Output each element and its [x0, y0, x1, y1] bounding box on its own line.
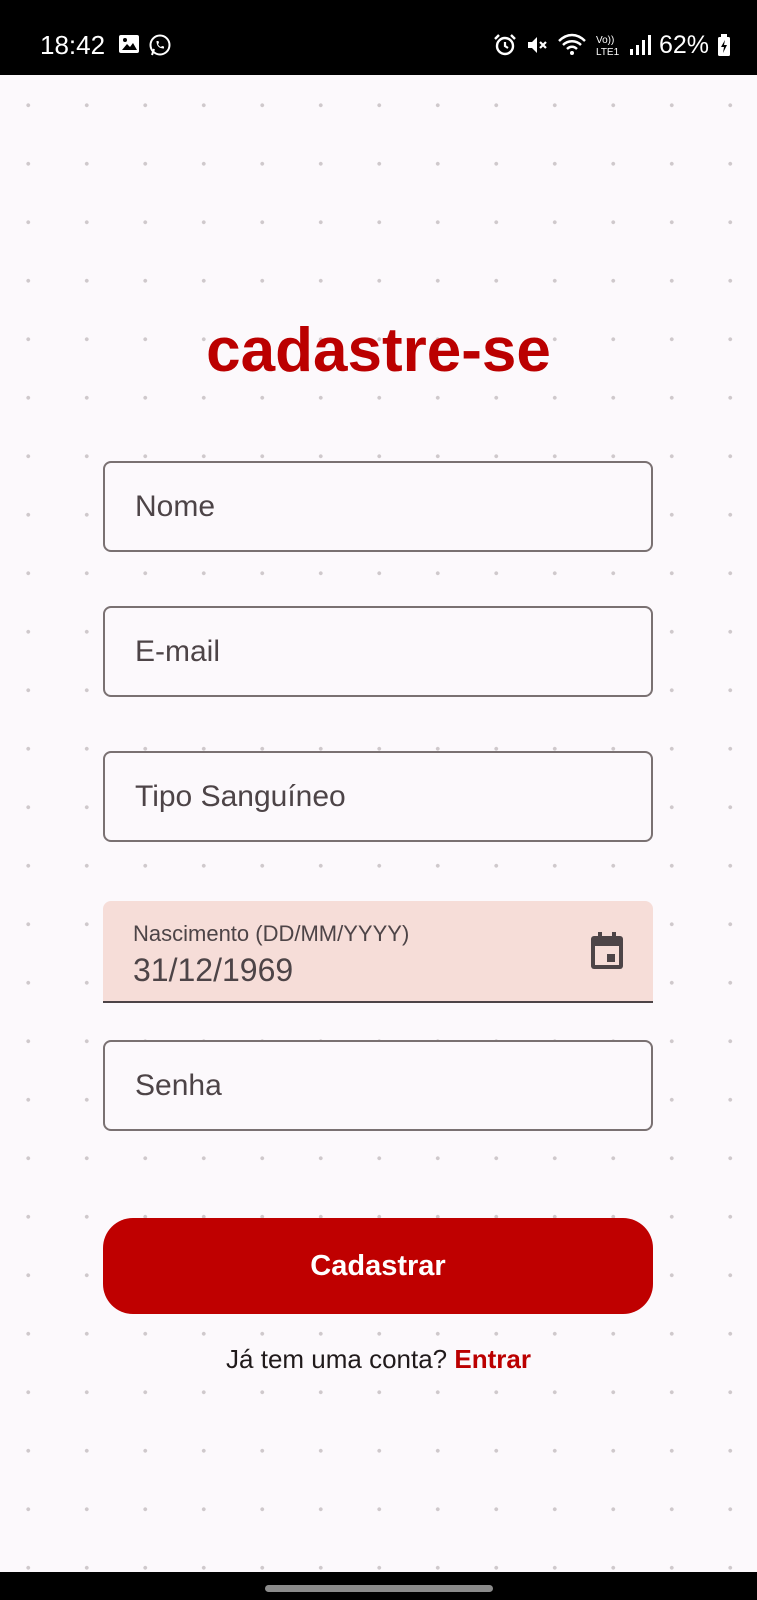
signup-screen: cadastre-se Nome E-mail Tipo Sanguíneo N… — [0, 75, 757, 1572]
home-gesture-handle[interactable] — [265, 1585, 493, 1592]
volte-icon: Vo)) LTE1 — [596, 35, 620, 58]
login-prompt-line: Já tem uma conta? Entrar — [0, 1343, 757, 1375]
login-link[interactable]: Entrar — [454, 1344, 531, 1374]
birth-date-value: 31/12/1969 — [133, 952, 294, 988]
battery-icon — [718, 34, 730, 56]
email-placeholder: E-mail — [135, 635, 221, 668]
battery-percentage: 62% — [658, 31, 709, 59]
name-placeholder: Nome — [135, 490, 216, 523]
status-time: 18:42 — [40, 30, 106, 60]
mute-icon — [527, 37, 547, 53]
birth-date-field[interactable]: Nascimento (DD/MM/YYYY) 31/12/1969 — [103, 901, 653, 1003]
alarm-icon — [494, 34, 516, 56]
register-button[interactable]: Cadastrar — [103, 1218, 653, 1314]
birth-date-label: Nascimento (DD/MM/YYYY) — [133, 921, 410, 946]
navigation-bar — [0, 1572, 757, 1600]
status-bar: 18:42 Vo)) LTE1 62% — [0, 0, 757, 75]
gallery-icon — [119, 35, 139, 53]
password-field[interactable]: Senha — [103, 1040, 653, 1131]
svg-text:LTE1: LTE1 — [596, 47, 620, 58]
calendar-icon[interactable] — [589, 931, 625, 971]
password-placeholder: Senha — [135, 1069, 222, 1102]
login-prompt-text: Já tem uma conta? — [226, 1344, 448, 1374]
status-notification-icons — [118, 33, 172, 57]
whatsapp-icon — [149, 34, 171, 56]
status-system-icons: Vo)) LTE1 62% — [493, 30, 731, 60]
signal-icon — [629, 35, 651, 55]
name-field[interactable]: Nome — [103, 461, 653, 552]
email-field[interactable]: E-mail — [103, 606, 653, 697]
page-title: cadastre-se — [206, 316, 551, 385]
svg-text:Vo)): Vo)) — [596, 35, 614, 46]
blood-type-field[interactable]: Tipo Sanguíneo — [103, 751, 653, 842]
wifi-icon — [558, 33, 586, 55]
blood-type-placeholder: Tipo Sanguíneo — [135, 780, 346, 813]
